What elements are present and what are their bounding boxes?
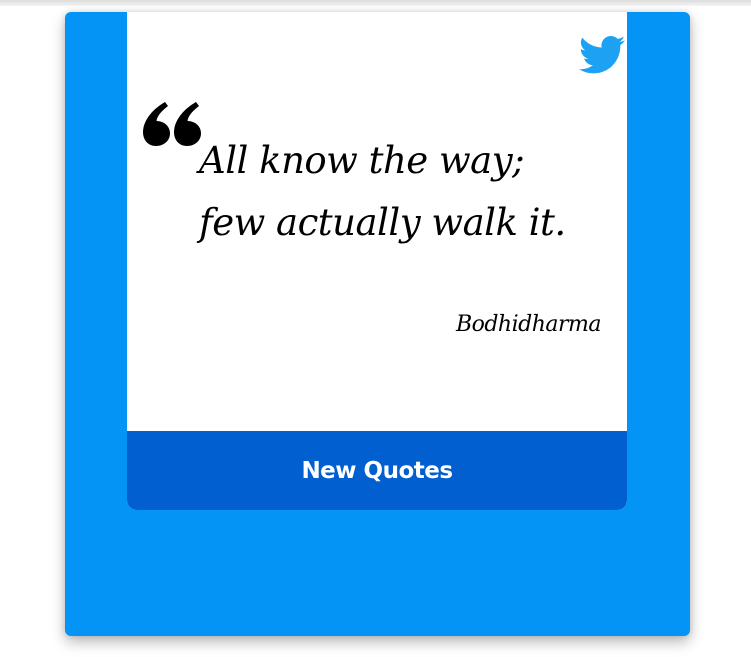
twitter-icon xyxy=(579,35,625,74)
page-top-edge xyxy=(0,0,751,6)
new-quote-button[interactable]: New Quotes xyxy=(127,431,627,510)
quote-card: All know the way; few actually walk it. … xyxy=(127,12,627,510)
quote-author: Bodhidharma xyxy=(455,312,602,337)
quote-text: All know the way; few actually walk it. xyxy=(199,139,566,244)
tweet-quote-button[interactable] xyxy=(579,35,625,75)
quote-mark-icon xyxy=(143,100,201,146)
